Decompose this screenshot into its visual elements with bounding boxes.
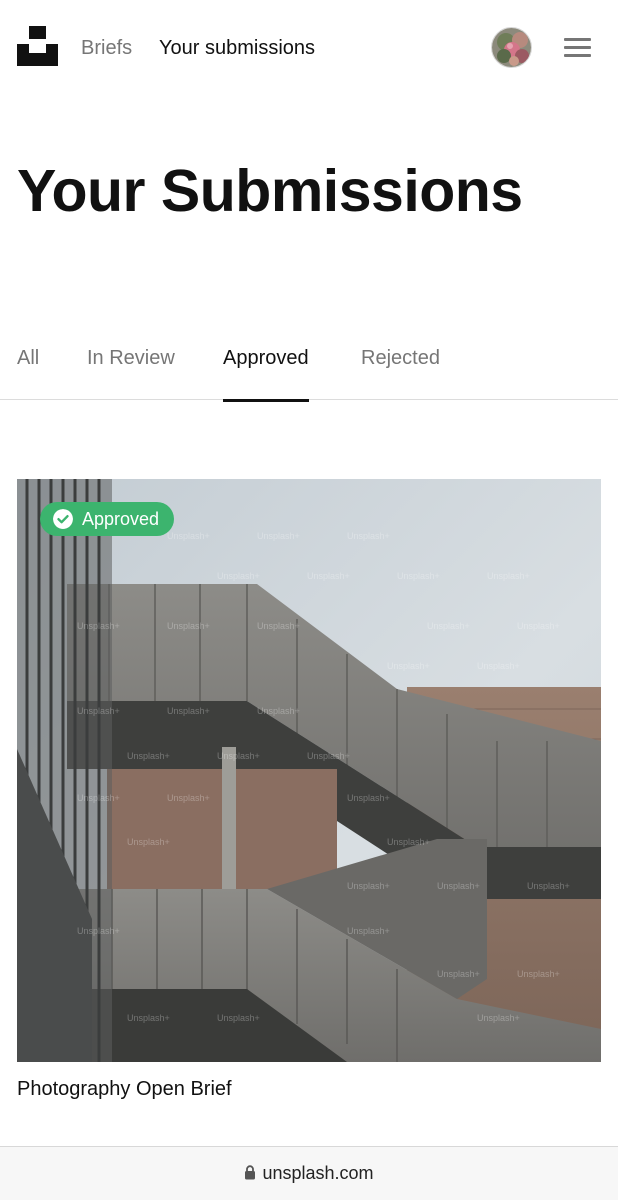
submission-photo[interactable]: Unsplash+ Unsplash+ Unsplash+ Unsplash+ …: [17, 479, 601, 1062]
nav-briefs-link[interactable]: Briefs: [81, 36, 132, 60]
tab-in-review[interactable]: In Review: [87, 346, 175, 400]
svg-text:Unsplash+: Unsplash+: [307, 751, 350, 761]
avatar[interactable]: [491, 27, 532, 68]
svg-text:Unsplash+: Unsplash+: [477, 661, 520, 671]
top-nav: Briefs Your submissions: [0, 0, 618, 96]
url-display[interactable]: unsplash.com: [0, 1163, 618, 1184]
hamburger-menu-icon[interactable]: [564, 37, 592, 57]
svg-text:Unsplash+: Unsplash+: [77, 706, 120, 716]
tab-approved[interactable]: Approved: [223, 346, 309, 402]
svg-text:Unsplash+: Unsplash+: [307, 571, 350, 581]
url-text: unsplash.com: [262, 1163, 374, 1183]
svg-text:Unsplash+: Unsplash+: [477, 1013, 520, 1023]
svg-text:Unsplash+: Unsplash+: [397, 571, 440, 581]
lock-icon: [245, 1165, 256, 1180]
svg-text:Unsplash+: Unsplash+: [387, 837, 430, 847]
svg-text:Unsplash+: Unsplash+: [347, 926, 390, 936]
svg-text:Unsplash+: Unsplash+: [217, 751, 260, 761]
svg-text:Unsplash+: Unsplash+: [387, 661, 430, 671]
svg-text:Unsplash+: Unsplash+: [77, 926, 120, 936]
architecture-photo: Unsplash+ Unsplash+ Unsplash+ Unsplash+ …: [17, 479, 601, 1062]
check-circle-icon: [53, 509, 73, 529]
browser-address-bar[interactable]: unsplash.com: [0, 1146, 618, 1200]
svg-text:Unsplash+: Unsplash+: [127, 837, 170, 847]
avatar-image: [492, 28, 531, 67]
svg-text:Unsplash+: Unsplash+: [257, 531, 300, 541]
svg-text:Unsplash+: Unsplash+: [347, 881, 390, 891]
tab-rejected[interactable]: Rejected: [361, 346, 440, 400]
svg-text:Unsplash+: Unsplash+: [527, 881, 570, 891]
svg-text:Unsplash+: Unsplash+: [437, 881, 480, 891]
page: Briefs Your submissions Your Submissions…: [0, 0, 618, 1200]
svg-text:Unsplash+: Unsplash+: [127, 1013, 170, 1023]
svg-text:Unsplash+: Unsplash+: [127, 751, 170, 761]
svg-text:Unsplash+: Unsplash+: [217, 1013, 260, 1023]
svg-text:Unsplash+: Unsplash+: [487, 571, 530, 581]
svg-text:Unsplash+: Unsplash+: [77, 621, 120, 631]
svg-text:Unsplash+: Unsplash+: [167, 621, 210, 631]
svg-text:Unsplash+: Unsplash+: [437, 969, 480, 979]
svg-text:Unsplash+: Unsplash+: [167, 531, 210, 541]
svg-text:Unsplash+: Unsplash+: [517, 621, 560, 631]
svg-text:Unsplash+: Unsplash+: [77, 793, 120, 803]
svg-text:Unsplash+: Unsplash+: [167, 706, 210, 716]
nav-submissions-link[interactable]: Your submissions: [159, 36, 315, 60]
svg-text:Unsplash+: Unsplash+: [517, 969, 560, 979]
page-title: Your Submissions: [17, 158, 523, 224]
submission-title[interactable]: Photography Open Brief: [17, 1077, 232, 1101]
svg-text:Unsplash+: Unsplash+: [257, 706, 300, 716]
status-badge: Approved: [40, 502, 174, 536]
submission-tabs: All In Review Approved Rejected: [0, 330, 618, 402]
svg-text:Unsplash+: Unsplash+: [427, 621, 470, 631]
tab-all[interactable]: All: [17, 346, 39, 400]
unsplash-logo[interactable]: [17, 26, 58, 66]
svg-text:Unsplash+: Unsplash+: [347, 793, 390, 803]
svg-text:Unsplash+: Unsplash+: [217, 571, 260, 581]
svg-text:Unsplash+: Unsplash+: [257, 621, 300, 631]
svg-text:Unsplash+: Unsplash+: [167, 793, 210, 803]
status-badge-label: Approved: [82, 508, 160, 529]
svg-text:Unsplash+: Unsplash+: [347, 531, 390, 541]
